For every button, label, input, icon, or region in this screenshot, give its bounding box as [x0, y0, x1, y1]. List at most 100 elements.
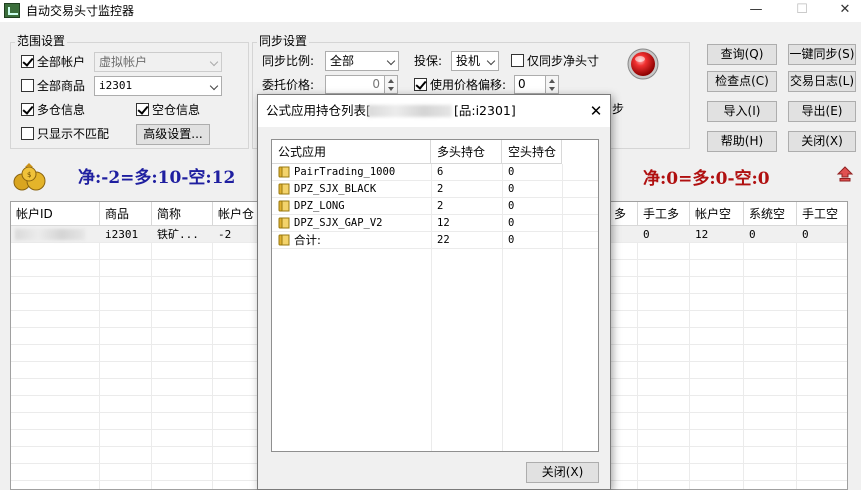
net-only-label: 仅同步净头寸	[527, 54, 600, 68]
only-mismatch-label: 只显示不匹配	[37, 127, 110, 141]
list-item[interactable]: DPZ_LONG 2 0	[272, 198, 598, 215]
row-short: 0	[508, 166, 515, 178]
cell-manual-long: 0	[643, 228, 650, 241]
formula-positions-dialog: 公式应用持仓列表[ [品:i2301] ✕ 公式应用 多头持仓 空头持仓 Pai…	[257, 94, 611, 490]
sync-partial-label: 步	[612, 102, 625, 116]
hedge-value: 投机	[456, 54, 481, 68]
all-accounts-checkbox[interactable]	[21, 55, 34, 68]
all-products-checkbox[interactable]	[21, 79, 34, 92]
offset-spinner[interactable]	[545, 75, 559, 94]
header-system-short[interactable]: 系统空	[744, 202, 797, 226]
cell-system-short: 0	[749, 228, 756, 241]
short-info-checkbox[interactable]	[136, 103, 149, 116]
sync-ratio-value: 全部	[330, 54, 355, 68]
account-select-value: 虚拟帐户	[99, 55, 148, 69]
cell-product: i2301	[105, 228, 139, 241]
window-close-button[interactable]: ✕	[822, 0, 861, 22]
maximize-button[interactable]: ☐	[779, 0, 825, 22]
order-price-spinner[interactable]	[384, 75, 398, 94]
list-item[interactable]: PairTrading_1000 6 0	[272, 164, 598, 181]
header-product[interactable]: 商品	[100, 202, 152, 226]
header-short-name[interactable]: 简称	[152, 202, 213, 226]
row-formula-name: DPZ_SJX_GAP_V2	[294, 217, 383, 229]
scope-group-label: 范围设置	[15, 34, 68, 48]
row-short: 0	[508, 234, 515, 246]
all-accounts-label: 全部帐户	[37, 55, 86, 69]
advanced-settings-button[interactable]: 高级设置...	[136, 124, 210, 145]
cell-manual-short: 0	[802, 228, 809, 241]
one-key-sync-button[interactable]: 一键同步(S)	[788, 44, 856, 65]
hedge-select[interactable]: 投机	[451, 51, 499, 71]
row-long: 12	[437, 217, 450, 229]
summary-right: 净:0=多:0-空:0	[643, 169, 770, 189]
row-long: 6	[437, 166, 444, 178]
export-button[interactable]: 导出(E)	[788, 101, 856, 122]
use-offset-checkbox[interactable]	[414, 78, 427, 91]
summary-left: 净:-2=多:10-空:12	[78, 168, 236, 188]
chevron-down-icon	[486, 56, 496, 66]
long-info-checkbox[interactable]	[21, 103, 34, 116]
app-icon	[4, 3, 20, 18]
cell-account-short: 12	[695, 228, 709, 241]
sync-group-label: 同步设置	[257, 34, 310, 48]
header-manual-short[interactable]: 手工空	[797, 202, 847, 226]
row-formula-name: DPZ_SJX_BLACK	[294, 183, 377, 195]
list-item-total[interactable]: 合计: 22 0	[272, 232, 598, 249]
trade-log-button[interactable]: 交易日志(L)	[788, 71, 856, 92]
cell-short-name: 铁矿...	[157, 228, 199, 241]
row-formula-name: PairTrading_1000	[294, 166, 396, 178]
dialog-title-left: 公式应用持仓列表[	[266, 103, 371, 118]
header-short-pos[interactable]: 空头持仓	[502, 140, 562, 164]
title-bar: 自动交易头寸监控器 — ☐ ✕	[0, 0, 861, 22]
offset-input[interactable]: 0	[514, 75, 546, 94]
row-long: 2	[437, 183, 444, 195]
header-manual-long[interactable]: 手工多	[638, 202, 690, 226]
dialog-close-icon[interactable]: ✕	[584, 99, 608, 123]
dialog-title-right: [品:i2301]	[454, 103, 516, 118]
redacted-account-id	[15, 229, 85, 240]
header-formula[interactable]: 公式应用	[272, 140, 431, 164]
status-light-icon	[627, 48, 659, 80]
row-long: 2	[437, 200, 444, 212]
only-mismatch-checkbox[interactable]	[21, 127, 34, 140]
row-formula-name: DPZ_LONG	[294, 200, 345, 212]
list-item[interactable]: DPZ_SJX_GAP_V2 12 0	[272, 215, 598, 232]
header-account-id[interactable]: 帐户ID	[11, 202, 100, 226]
row-short: 0	[508, 200, 515, 212]
money-bag-icon: $	[12, 160, 48, 192]
chevron-down-icon	[209, 81, 219, 91]
net-only-checkbox[interactable]	[511, 54, 524, 67]
sync-ratio-select[interactable]: 全部	[325, 51, 399, 71]
query-button[interactable]: 查询(Q)	[707, 44, 777, 65]
minimize-button[interactable]: —	[733, 0, 779, 22]
all-products-label: 全部商品	[37, 79, 86, 93]
order-price-input[interactable]: 0	[325, 75, 385, 94]
formula-list[interactable]: 公式应用 多头持仓 空头持仓 PairTrading_1000 6 0 DPZ_…	[271, 139, 599, 452]
row-short: 0	[508, 183, 515, 195]
cell-account-pos: -2	[218, 228, 232, 241]
header-account-short[interactable]: 帐户空	[690, 202, 744, 226]
sync-ratio-label: 同步比例:	[262, 54, 315, 68]
product-select[interactable]: i2301	[94, 76, 222, 96]
account-select[interactable]: 虚拟帐户	[94, 52, 222, 72]
close-button[interactable]: 关闭(X)	[788, 131, 856, 152]
checkpoint-button[interactable]: 检查点(C)	[707, 71, 777, 92]
import-button[interactable]: 导入(I)	[707, 101, 777, 122]
product-select-value: i2301	[99, 79, 133, 92]
hedge-label: 投保:	[414, 54, 443, 68]
svg-text:$: $	[27, 171, 31, 179]
header-account-pos[interactable]: 帐户仓	[213, 202, 259, 226]
redacted-title-part	[368, 105, 452, 117]
row-short: 0	[508, 217, 515, 229]
dialog-close-button[interactable]: 关闭(X)	[526, 462, 599, 483]
header-long-pos[interactable]: 多头持仓	[431, 140, 502, 164]
header-system-long[interactable]: 多	[609, 202, 638, 226]
chevron-down-icon	[209, 57, 219, 67]
order-price-label: 委托价格:	[262, 78, 315, 92]
list-item[interactable]: DPZ_SJX_BLACK 2 0	[272, 181, 598, 198]
row-formula-name: 合计:	[294, 233, 321, 247]
long-info-label: 多仓信息	[37, 103, 86, 117]
help-button[interactable]: 帮助(H)	[707, 131, 777, 152]
use-offset-label: 使用价格偏移:	[430, 78, 507, 92]
collapse-up-icon[interactable]	[836, 165, 854, 183]
